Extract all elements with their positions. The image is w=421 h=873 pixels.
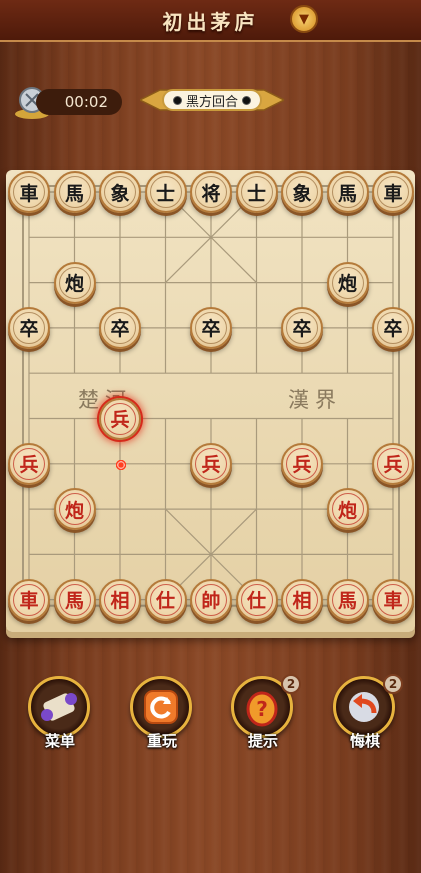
black-advisor-2[interactable]: 士 bbox=[235, 171, 278, 213]
move-target-marker[interactable] bbox=[115, 459, 127, 471]
red-elephant-1[interactable]: 相 bbox=[99, 578, 141, 621]
black-soldier-3[interactable]: 卒 bbox=[190, 306, 232, 349]
black-cannon-1[interactable]: 炮 bbox=[53, 261, 96, 304]
hint-label: 提示 bbox=[247, 732, 278, 750]
black-horse-1[interactable]: 馬 bbox=[53, 171, 96, 213]
black-chariot-1[interactable]: 車 bbox=[8, 171, 50, 213]
red-general[interactable]: 帥 bbox=[190, 578, 232, 621]
title-bar: 初出茅庐 ▼ bbox=[0, 0, 421, 42]
red-advisor-2[interactable]: 仕 bbox=[235, 578, 278, 621]
black-horse-2[interactable]: 馬 bbox=[326, 171, 369, 213]
turn-indicator: 黑方回合 bbox=[138, 86, 286, 114]
restart-icon bbox=[130, 676, 192, 738]
level-title: 初出茅庐 bbox=[162, 9, 259, 34]
black-elephant-2[interactable]: 象 bbox=[281, 171, 323, 213]
board-grid bbox=[22, 185, 400, 607]
black-soldier-2[interactable]: 卒 bbox=[99, 306, 141, 349]
black-dot-icon bbox=[172, 95, 182, 105]
red-elephant-2[interactable]: 相 bbox=[281, 578, 323, 621]
black-soldier-1[interactable]: 卒 bbox=[8, 306, 50, 349]
hint-count-badge: 2 bbox=[281, 674, 301, 694]
river-han: 漢界 bbox=[288, 388, 342, 412]
svg-text:?: ? bbox=[256, 697, 268, 721]
chess-board[interactable]: 楚河 漢界 bbox=[6, 170, 415, 632]
undo-count-badge: 2 bbox=[383, 674, 403, 694]
restart-label: 重玩 bbox=[146, 732, 177, 750]
undo-label: 悔棋 bbox=[349, 732, 380, 750]
red-soldier-4[interactable]: 兵 bbox=[281, 442, 323, 485]
red-cannon-2[interactable]: 炮 bbox=[326, 488, 369, 531]
red-cannon-1[interactable]: 炮 bbox=[53, 488, 96, 531]
red-horse-1[interactable]: 馬 bbox=[53, 578, 96, 621]
red-soldier-5[interactable]: 兵 bbox=[372, 442, 414, 485]
black-soldier-4[interactable]: 卒 bbox=[281, 306, 323, 349]
red-advisor-1[interactable]: 仕 bbox=[144, 578, 187, 621]
menu-scroll-icon bbox=[28, 676, 90, 738]
red-soldier-3[interactable]: 兵 bbox=[190, 442, 232, 485]
hint-button[interactable]: ? 2 提示 bbox=[229, 674, 301, 756]
red-soldier-selected[interactable]: 兵 bbox=[99, 397, 141, 440]
chevron-down-icon[interactable]: ▼ bbox=[290, 5, 318, 33]
red-chariot-1[interactable]: 車 bbox=[8, 578, 50, 621]
red-chariot-2[interactable]: 車 bbox=[372, 578, 414, 621]
game-timer: 00:02 bbox=[36, 89, 122, 115]
black-dot-icon bbox=[242, 95, 251, 105]
black-cannon-2[interactable]: 炮 bbox=[326, 261, 369, 304]
restart-button[interactable]: 重玩 bbox=[128, 676, 196, 756]
black-advisor-1[interactable]: 士 bbox=[144, 171, 187, 213]
black-chariot-2[interactable]: 車 bbox=[372, 171, 414, 213]
black-soldier-5[interactable]: 卒 bbox=[372, 306, 414, 349]
red-soldier-1[interactable]: 兵 bbox=[8, 442, 50, 485]
turn-text: 黑方回合 bbox=[185, 94, 238, 110]
menu-button[interactable]: 菜单 bbox=[26, 676, 94, 756]
black-elephant-1[interactable]: 象 bbox=[99, 171, 141, 213]
black-general[interactable]: 将 bbox=[190, 171, 232, 213]
undo-button[interactable]: 2 悔棋 bbox=[331, 674, 403, 756]
red-horse-2[interactable]: 馬 bbox=[326, 578, 369, 621]
menu-label: 菜单 bbox=[44, 732, 75, 750]
